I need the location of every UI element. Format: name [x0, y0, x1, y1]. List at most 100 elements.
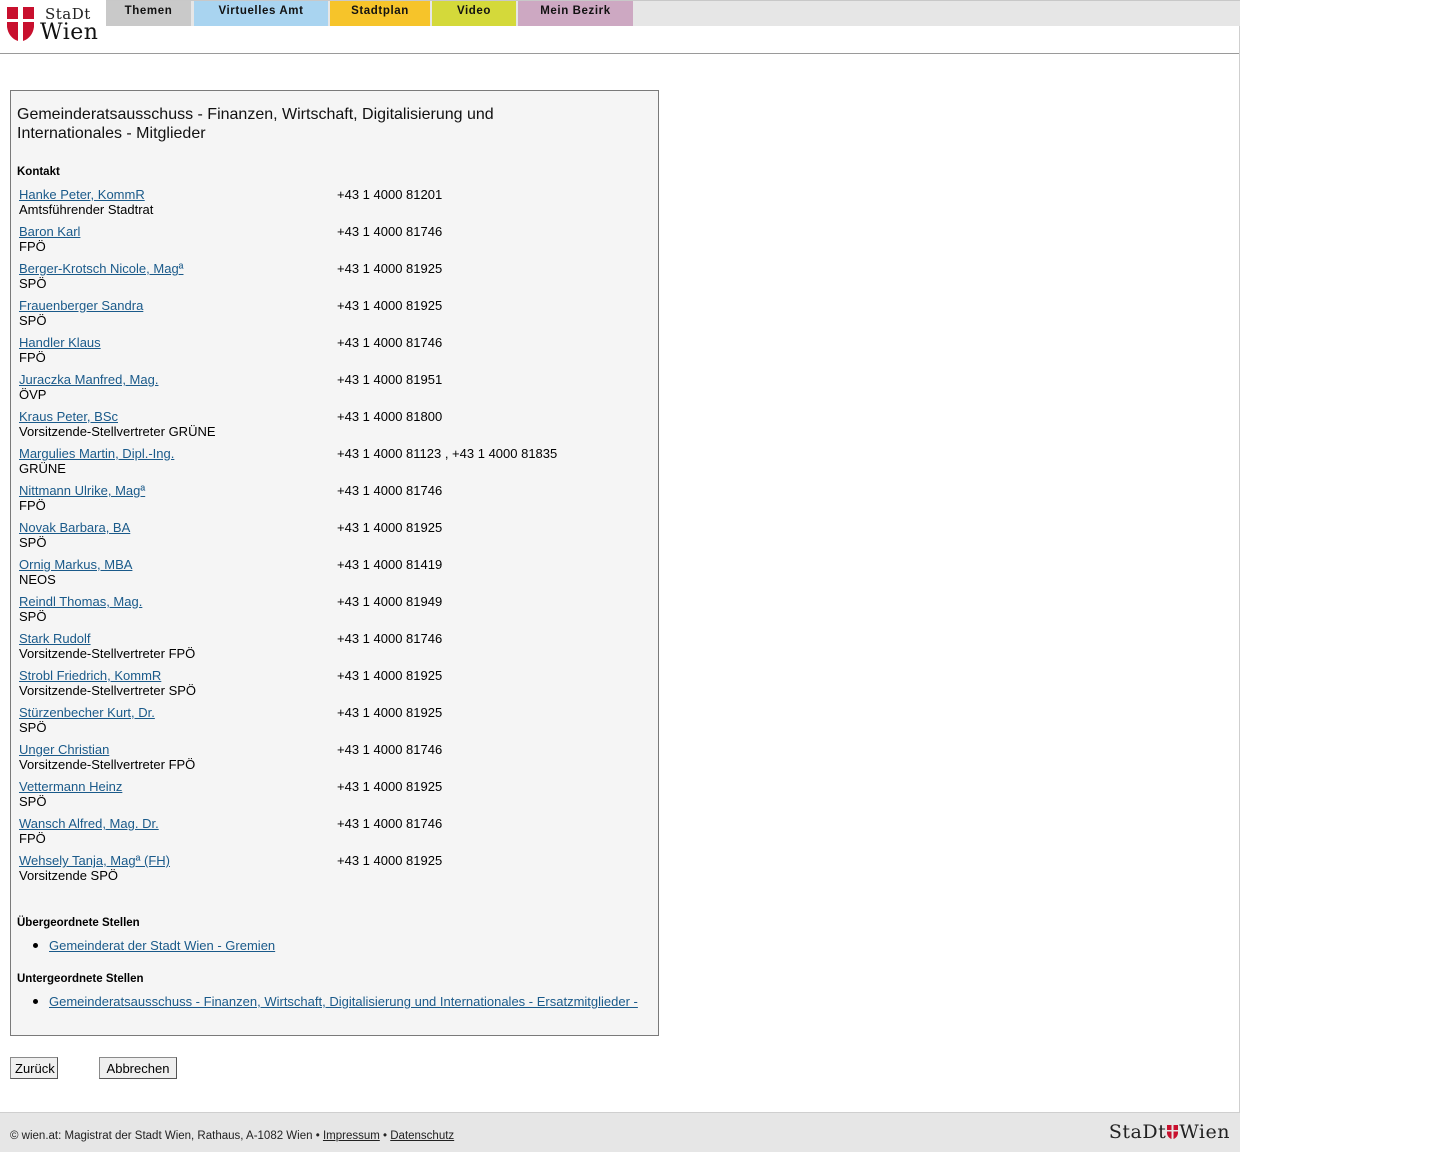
member-phone: +43 1 4000 81746 [337, 224, 443, 239]
footer-logo[interactable]: StaDt Wien [1109, 1121, 1230, 1143]
member-phone: +43 1 4000 81925 [337, 298, 443, 313]
member-link[interactable]: Unger Christian [19, 742, 109, 757]
member-link[interactable]: Ornig Markus, MBA [19, 557, 132, 572]
member-role: SPÖ [19, 609, 47, 624]
footer-separator: • [383, 1130, 388, 1142]
member-phone: +43 1 4000 81746 [337, 816, 443, 831]
member-phone: +43 1 4000 81800 [337, 409, 443, 424]
member-role: SPÖ [19, 535, 47, 550]
member-phone: +43 1 4000 81746 [337, 631, 443, 646]
list-item: Vettermann Heinz SPÖ +43 1 4000 81925 [19, 778, 649, 815]
member-role: FPÖ [19, 239, 46, 254]
footer-logo-wien: Wien [1179, 1121, 1230, 1143]
parent-units-list: Gemeinderat der Stadt Wien - Gremien [11, 938, 651, 953]
member-link[interactable]: Strobl Friedrich, KommR [19, 668, 161, 683]
member-link[interactable]: Wehsely Tanja, Magª (FH) [19, 853, 170, 868]
member-phone: +43 1 4000 81746 [337, 483, 443, 498]
list-item: Reindl Thomas, Mag. SPÖ +43 1 4000 81949 [19, 593, 649, 630]
member-phone: +43 1 4000 81746 [337, 335, 443, 350]
member-link[interactable]: Frauenberger Sandra [19, 298, 143, 313]
member-phone: +43 1 4000 81925 [337, 668, 443, 683]
nav-tab-mein-bezirk[interactable]: Mein Bezirk [518, 1, 633, 26]
member-role: GRÜNE [19, 461, 66, 476]
member-link[interactable]: Reindl Thomas, Mag. [19, 594, 142, 609]
member-role: NEOS [19, 572, 56, 587]
member-phone: +43 1 4000 81925 [337, 261, 443, 276]
member-phone: +43 1 4000 81925 [337, 520, 443, 535]
member-role: Vorsitzende-Stellvertreter GRÜNE [19, 424, 216, 439]
member-link[interactable]: Berger-Krotsch Nicole, Magª [19, 261, 183, 276]
member-role: FPÖ [19, 350, 46, 365]
list-item: Margulies Martin, Dipl.-Ing. GRÜNE +43 1… [19, 445, 649, 482]
list-item: Wansch Alfred, Mag. Dr. FPÖ +43 1 4000 8… [19, 815, 649, 852]
parent-unit-link[interactable]: Gemeinderat der Stadt Wien - Gremien [49, 938, 275, 953]
member-phone: +43 1 4000 81123 , +43 1 4000 81835 [337, 446, 558, 461]
member-phone: +43 1 4000 81201 [337, 187, 443, 202]
member-role: Vorsitzende-Stellvertreter FPÖ [19, 646, 196, 661]
list-item: Juraczka Manfred, Mag. ÖVP +43 1 4000 81… [19, 371, 649, 408]
member-link[interactable]: Juraczka Manfred, Mag. [19, 372, 158, 387]
nav-tab-themen[interactable]: Themen [106, 1, 191, 26]
list-item: Frauenberger Sandra SPÖ +43 1 4000 81925 [19, 297, 649, 334]
child-unit-link[interactable]: Gemeinderatsausschuss - Finanzen, Wirtsc… [49, 994, 638, 1009]
list-item: Nittmann Ulrike, Magª FPÖ +43 1 4000 817… [19, 482, 649, 519]
member-role: FPÖ [19, 831, 46, 846]
datenschutz-link[interactable]: Datenschutz [390, 1130, 454, 1142]
member-phone: +43 1 4000 81949 [337, 594, 443, 609]
footer: © wien.at: Magistrat der Stadt Wien, Rat… [0, 1112, 1240, 1152]
member-link[interactable]: Kraus Peter, BSc [19, 409, 118, 424]
page-title: Gemeinderatsausschuss - Finanzen, Wirtsc… [17, 106, 494, 142]
member-list: Hanke Peter, KommR Amtsführender Stadtra… [19, 186, 649, 889]
member-phone: +43 1 4000 81925 [337, 705, 443, 720]
member-role: FPÖ [19, 498, 46, 513]
nav-tab-video[interactable]: Video [432, 1, 516, 26]
bullet-icon [33, 943, 38, 948]
member-phone: +43 1 4000 81925 [337, 853, 443, 868]
list-item: Hanke Peter, KommR Amtsführender Stadtra… [19, 186, 649, 223]
member-phone: +43 1 4000 81746 [337, 742, 443, 757]
child-units-heading: Untergeordnete Stellen [17, 973, 144, 985]
list-item: Novak Barbara, BA SPÖ +43 1 4000 81925 [19, 519, 649, 556]
member-link[interactable]: Hanke Peter, KommR [19, 187, 145, 202]
list-item: Wehsely Tanja, Magª (FH) Vorsitzende SPÖ… [19, 852, 649, 889]
parent-units-heading: Übergeordnete Stellen [17, 917, 140, 929]
logo-text-wien: Wien [40, 20, 99, 45]
member-role: ÖVP [19, 387, 47, 402]
main-navigation: Themen Virtuelles Amt Stadtplan Video Me… [106, 0, 1240, 26]
member-link[interactable]: Wansch Alfred, Mag. Dr. [19, 816, 159, 831]
member-role: Vorsitzende SPÖ [19, 868, 118, 883]
member-link[interactable]: Handler Klaus [19, 335, 101, 350]
member-phone: +43 1 4000 81951 [337, 372, 443, 387]
member-link[interactable]: Nittmann Ulrike, Magª [19, 483, 145, 498]
member-role: SPÖ [19, 794, 47, 809]
list-item: Berger-Krotsch Nicole, Magª SPÖ +43 1 40… [19, 260, 649, 297]
header: StaDt Wien Themen Virtuelles Amt Stadtpl… [0, 0, 1240, 54]
list-item: Kraus Peter, BSc Vorsitzende-Stellvertre… [19, 408, 649, 445]
cancel-button[interactable]: Abbrechen [99, 1057, 177, 1079]
stadt-wien-logo[interactable]: StaDt Wien [7, 5, 99, 45]
member-link[interactable]: Vettermann Heinz [19, 779, 122, 794]
page: StaDt Wien Themen Virtuelles Amt Stadtpl… [0, 0, 1240, 1152]
copyright-text: © wien.at: Magistrat der Stadt Wien, Rat… [10, 1130, 320, 1142]
list-item: Baron Karl FPÖ +43 1 4000 81746 [19, 223, 649, 260]
contact-heading: Kontakt [17, 166, 60, 178]
member-link[interactable]: Stark Rudolf [19, 631, 91, 646]
member-link[interactable]: Novak Barbara, BA [19, 520, 130, 535]
member-role: Amtsführender Stadtrat [19, 202, 154, 217]
member-role: SPÖ [19, 720, 47, 735]
member-phone: +43 1 4000 81419 [337, 557, 443, 572]
back-button[interactable]: Zurück [10, 1057, 58, 1079]
impressum-link[interactable]: Impressum [323, 1130, 380, 1142]
member-phone: +43 1 4000 81925 [337, 779, 443, 794]
footer-logo-stadt: StaDt [1108, 1121, 1167, 1143]
wien-shield-icon [7, 7, 34, 41]
member-link[interactable]: Margulies Martin, Dipl.-Ing. [19, 446, 174, 461]
member-link[interactable]: Baron Karl [19, 224, 80, 239]
member-link[interactable]: Stürzenbecher Kurt, Dr. [19, 705, 155, 720]
nav-tab-virtuelles-amt[interactable]: Virtuelles Amt [194, 1, 328, 26]
list-item: Stark Rudolf Vorsitzende-Stellvertreter … [19, 630, 649, 667]
member-role: Vorsitzende-Stellvertreter SPÖ [19, 683, 197, 698]
footer-text: © wien.at: Magistrat der Stadt Wien, Rat… [10, 1130, 454, 1142]
committee-panel: Gemeinderatsausschuss - Finanzen, Wirtsc… [10, 90, 659, 1036]
nav-tab-stadtplan[interactable]: Stadtplan [330, 1, 430, 26]
